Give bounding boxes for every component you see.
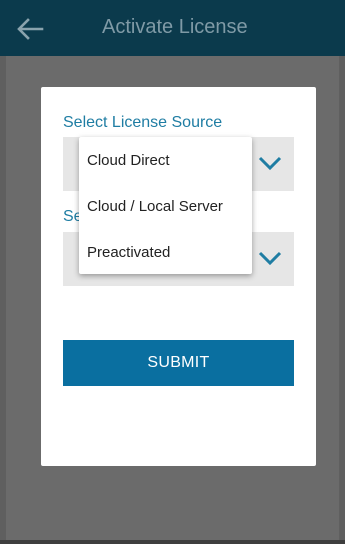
license-source-dropdown: Cloud Direct Cloud / Local Server Preact… bbox=[79, 137, 252, 274]
submit-button[interactable]: SUBMIT bbox=[63, 340, 294, 386]
arrow-left-icon[interactable] bbox=[16, 17, 44, 41]
scrim-edge-bottom bbox=[0, 540, 345, 544]
scrim-edge-right bbox=[339, 56, 345, 544]
chevron-down-icon[interactable] bbox=[258, 155, 282, 171]
dropdown-option-cloud-local-server[interactable]: Cloud / Local Server bbox=[79, 183, 252, 229]
dropdown-option-cloud-direct[interactable]: Cloud Direct bbox=[79, 137, 252, 183]
scrim-edge-left bbox=[0, 56, 6, 544]
app-bar: Activate License bbox=[0, 0, 345, 56]
dropdown-option-preactivated[interactable]: Preactivated bbox=[79, 229, 252, 275]
license-source-label: Select License Source bbox=[63, 114, 223, 131]
chevron-down-icon[interactable] bbox=[258, 250, 282, 266]
page-title: Activate License bbox=[102, 16, 248, 38]
